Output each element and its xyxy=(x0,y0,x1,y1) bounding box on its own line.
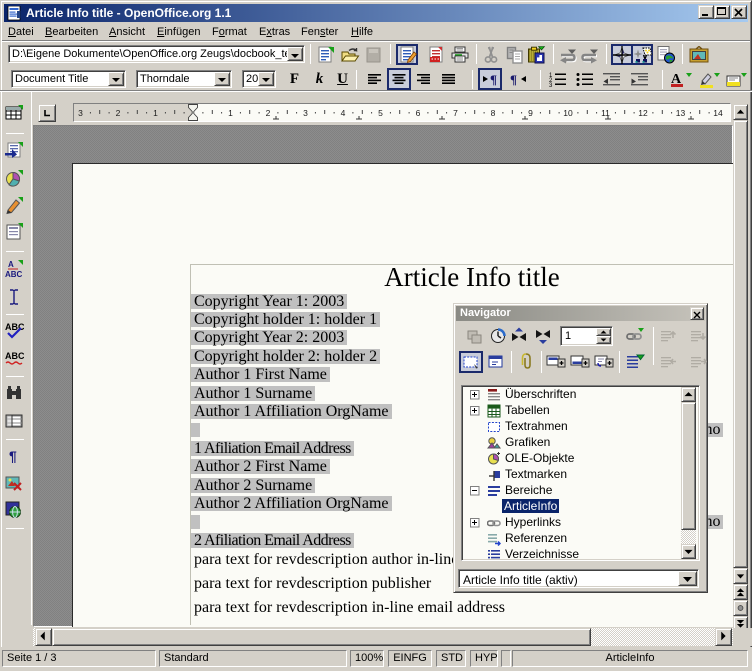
svg-text:5: 5 xyxy=(378,108,383,118)
svg-text:¶: ¶ xyxy=(510,72,517,87)
svg-text:9: 9 xyxy=(528,108,533,118)
svg-text:2: 2 xyxy=(116,108,121,118)
svg-text:11: 11 xyxy=(601,108,610,118)
svg-text:ABC: ABC xyxy=(5,270,23,279)
svg-text:¶: ¶ xyxy=(490,72,497,87)
svg-text:2: 2 xyxy=(266,108,271,118)
svg-text:14: 14 xyxy=(713,108,723,118)
svg-text:ABC: ABC xyxy=(5,351,24,361)
svg-text:¶: ¶ xyxy=(9,448,17,464)
svg-text:10: 10 xyxy=(563,108,573,118)
svg-text:3: 3 xyxy=(303,108,308,118)
svg-text:12: 12 xyxy=(638,108,648,118)
svg-text:13: 13 xyxy=(676,108,686,118)
svg-text:6: 6 xyxy=(416,108,421,118)
svg-text:4: 4 xyxy=(341,108,346,118)
svg-text:3: 3 xyxy=(78,108,83,118)
svg-text:1: 1 xyxy=(228,108,233,118)
svg-text:7: 7 xyxy=(453,108,458,118)
svg-text:1: 1 xyxy=(153,108,158,118)
svg-text:8: 8 xyxy=(491,108,496,118)
svg-text:3: 3 xyxy=(549,83,553,87)
svg-text:ABC: ABC xyxy=(5,322,24,332)
svg-text:A: A xyxy=(8,260,14,269)
